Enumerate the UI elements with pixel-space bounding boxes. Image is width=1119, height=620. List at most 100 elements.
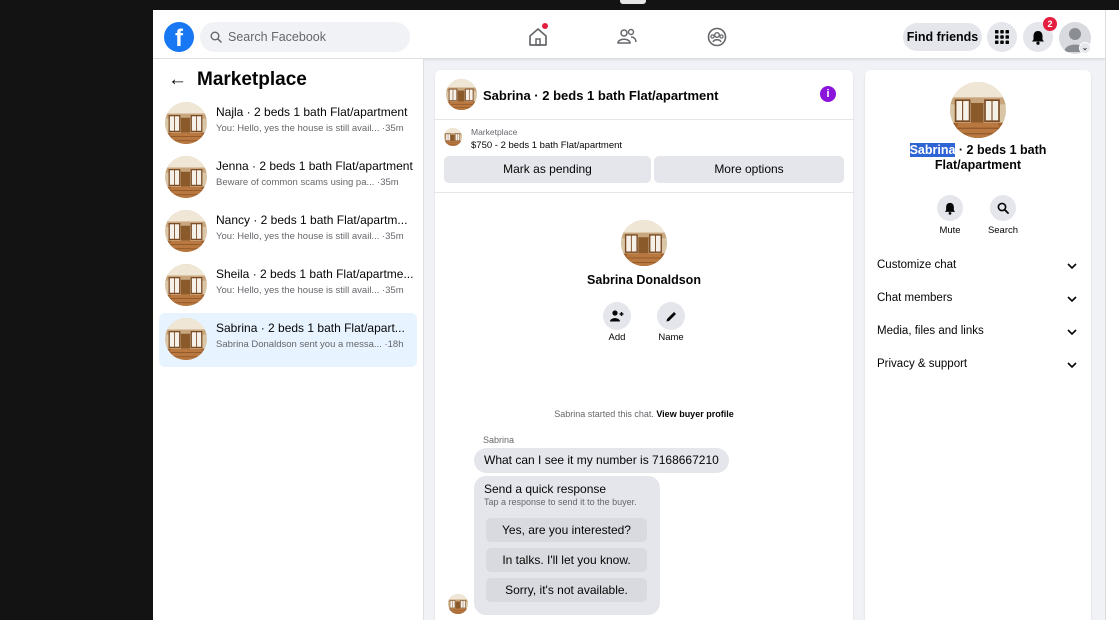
mute-label: Mute — [939, 225, 961, 236]
name-button[interactable] — [657, 302, 685, 330]
marketplace-header: ← Marketplace — [168, 69, 307, 91]
message-bubble[interactable]: What can I see it my number is 716866721… — [474, 448, 729, 473]
more-options-button[interactable]: More options — [654, 156, 844, 183]
section-label: Privacy & support — [877, 358, 968, 370]
search-icon — [997, 202, 1009, 214]
chat-header: Sabrina · 2 beds 1 bath Flat/apartment i — [435, 70, 853, 120]
section-label: Customize chat — [877, 259, 957, 271]
grid-menu-icon — [995, 30, 1009, 44]
search-input[interactable] — [228, 30, 398, 44]
conversation-preview: You: Hello, yes the house is still avail… — [216, 231, 404, 242]
quick-response-option[interactable]: Sorry, it's not available. — [486, 578, 647, 602]
profile-avatar[interactable] — [621, 220, 667, 266]
listing-source: Marketplace — [471, 127, 518, 137]
section-label: Chat members — [877, 292, 953, 304]
back-arrow-icon[interactable]: ← — [168, 70, 187, 90]
listing-price[interactable]: $750 - 2 beds 1 bath Flat/apartment — [471, 140, 622, 151]
conversation-preview: You: Hello, yes the house is still avail… — [216, 285, 404, 296]
section-label: Media, files and links — [877, 325, 984, 337]
details-title: Sabrina · 2 beds 1 bath Flat/apartment — [865, 143, 1091, 173]
conversation-item-najla[interactable]: Najla · 2 beds 1 bath Flat/apartment You… — [159, 97, 417, 151]
chevron-down-icon — [1067, 362, 1077, 369]
listing-thumbnail-icon — [165, 318, 207, 360]
listing-thumbnail-icon — [165, 210, 207, 252]
facebook-logo[interactable]: f — [164, 22, 194, 52]
search-label: Search — [987, 225, 1019, 236]
add-label: Add — [608, 332, 626, 343]
marketplace-inbox: ← Marketplace Najla · 2 beds 1 bath Flat… — [153, 59, 424, 620]
mute-button[interactable] — [937, 195, 963, 221]
conversation-title: Najla · 2 beds 1 bath Flat/apartment — [216, 105, 408, 119]
conversation-item-sheila[interactable]: Sheila · 2 beds 1 bath Flat/apartme... Y… — [159, 259, 417, 313]
search-icon — [210, 31, 222, 43]
conversation-item-jenna[interactable]: Jenna · 2 beds 1 bath Flat/apartment Bew… — [159, 151, 417, 205]
chat-started-notice: Sabrina started this chat. View buyer pr… — [435, 409, 853, 419]
conversation-title: Sheila · 2 beds 1 bath Flat/apartme... — [216, 267, 414, 281]
quick-response-subtitle: Tap a response to send it to the buyer. — [484, 497, 637, 507]
window-scrollbar[interactable] — [1105, 10, 1119, 620]
listing-thumbnail-icon — [165, 102, 207, 144]
home-icon — [529, 28, 547, 46]
conversation-title: Jenna · 2 beds 1 bath Flat/apartment — [216, 159, 413, 173]
quick-response-title: Send a quick response — [484, 482, 607, 496]
privacy-support-section[interactable]: Privacy & support — [865, 351, 1091, 379]
add-button[interactable] — [603, 302, 631, 330]
view-buyer-profile-link[interactable]: View buyer profile — [656, 409, 733, 419]
account-chevron-down-icon[interactable]: ⌄ — [1079, 42, 1091, 54]
chevron-down-icon — [1067, 329, 1077, 336]
name-label: Name — [658, 332, 684, 343]
find-friends-button[interactable]: Find friends — [903, 23, 982, 51]
conversation-item-nancy[interactable]: Nancy · 2 beds 1 bath Flat/apartm... You… — [159, 205, 417, 259]
listing-thumbnail-icon — [165, 264, 207, 306]
page-title: Marketplace — [197, 69, 307, 90]
groups-icon — [707, 27, 727, 47]
add-person-icon — [610, 310, 624, 322]
nav-friends[interactable] — [614, 24, 640, 50]
customize-chat-section[interactable]: Customize chat — [865, 252, 1091, 280]
facebook-app: f Search Facebook Find friends 2 ⌄ ← Mar… — [153, 10, 1105, 620]
nav-groups[interactable] — [704, 24, 730, 50]
mark-as-pending-button[interactable]: Mark as pending — [444, 156, 651, 183]
search-in-chat-button[interactable] — [990, 195, 1016, 221]
details-title-rest: · 2 beds 1 bath — [955, 143, 1047, 157]
profile-name: Sabrina Donaldson — [587, 273, 701, 287]
selected-text-highlight: Sabrina — [909, 143, 956, 157]
bell-icon — [944, 202, 956, 215]
top-navigation-bar: f Search Facebook Find friends 2 ⌄ — [153, 10, 1105, 59]
conversation-preview: Beware of common scams using pa... ·35m — [216, 177, 399, 188]
nav-home[interactable] — [525, 23, 551, 50]
listing-thumbnail-icon[interactable] — [444, 128, 462, 146]
chat-panel: Sabrina · 2 beds 1 bath Flat/apartment i… — [435, 70, 853, 620]
quick-response-card: Send a quick response Tap a response to … — [474, 476, 660, 615]
chat-title[interactable]: Sabrina · 2 beds 1 bath Flat/apartment — [483, 88, 719, 103]
media-files-links-section[interactable]: Media, files and links — [865, 318, 1091, 346]
conversation-preview: Sabrina Donaldson sent you a messa... ·1… — [216, 339, 404, 350]
conversation-preview: You: Hello, yes the house is still avail… — [216, 123, 404, 134]
conversation-title: Sabrina · 2 beds 1 bath Flat/apart... — [216, 321, 405, 335]
quick-response-option[interactable]: Yes, are you interested? — [486, 518, 647, 542]
notification-count-badge: 2 — [1043, 17, 1057, 31]
listing-avatar-large[interactable] — [950, 82, 1006, 138]
menu-button[interactable] — [987, 22, 1017, 52]
home-dot-indicator — [542, 23, 548, 29]
details-title-line2: Flat/apartment — [934, 158, 1022, 172]
chevron-down-icon — [1067, 263, 1077, 270]
conversation-item-sabrina[interactable]: Sabrina · 2 beds 1 bath Flat/apart... Sa… — [159, 313, 417, 367]
quick-response-option[interactable]: In talks. I'll let you know. — [486, 548, 647, 572]
screen-left-border — [0, 0, 153, 620]
screen-notch — [620, 0, 646, 4]
info-icon[interactable]: i — [820, 86, 836, 102]
chat-started-text: Sabrina started this chat. — [554, 409, 657, 419]
listing-thumbnail-icon — [165, 156, 207, 198]
bell-icon — [1032, 30, 1044, 45]
pencil-icon — [666, 311, 676, 321]
listing-summary: Marketplace $750 - 2 beds 1 bath Flat/ap… — [435, 120, 853, 193]
friends-icon — [617, 28, 637, 44]
sender-avatar — [448, 594, 468, 614]
message-sender-name: Sabrina — [483, 435, 515, 445]
listing-thumbnail-icon[interactable] — [446, 79, 477, 110]
search-box[interactable] — [200, 22, 410, 52]
chat-members-section[interactable]: Chat members — [865, 285, 1091, 313]
chat-details-panel: Sabrina · 2 beds 1 bath Flat/apartment M… — [865, 70, 1091, 620]
conversation-title: Nancy · 2 beds 1 bath Flat/apartm... — [216, 213, 408, 227]
